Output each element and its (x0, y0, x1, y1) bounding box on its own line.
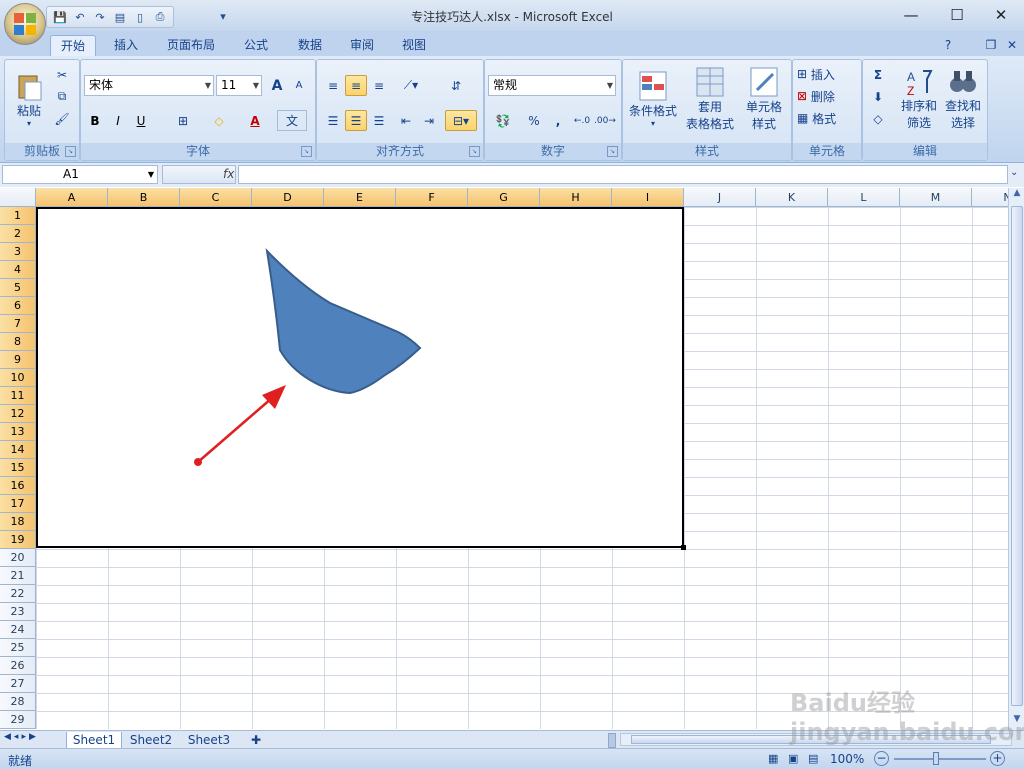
arrow-tail (194, 458, 202, 466)
vertical-scrollbar[interactable]: ▲ ▼ (1008, 188, 1024, 730)
insert-sheet-icon[interactable]: ✚ (246, 732, 266, 748)
zoom-level[interactable]: 100% (830, 752, 864, 766)
page-break-view-icon[interactable]: ▤ (808, 752, 818, 765)
red-arrow (194, 385, 286, 466)
watermark: Baidu经验 jingyan.baidu.com (790, 689, 1024, 746)
scroll-thumb[interactable] (1011, 206, 1023, 706)
arrow-head (262, 385, 286, 409)
sheet-tab-2[interactable]: Sheet2 (124, 732, 178, 748)
shapes-layer (194, 248, 422, 466)
freeform-shape[interactable] (265, 248, 422, 395)
sheet-nav-icon[interactable]: ◀◂▸▶ (4, 732, 39, 742)
zoom-out-button[interactable]: − (874, 751, 889, 766)
zoom-slider[interactable] (894, 758, 986, 760)
arrow-line (197, 397, 273, 463)
office-button[interactable] (4, 3, 46, 45)
sheet-tab-1[interactable]: Sheet1 (66, 732, 122, 749)
status-bar: 就绪 ▦ ▣ ▤ 100% − + (0, 748, 1024, 769)
tab-split-handle[interactable] (608, 733, 616, 748)
office-logo-icon (14, 13, 36, 35)
scroll-up-icon[interactable]: ▲ (1009, 188, 1024, 204)
sheet-tab-3[interactable]: Sheet3 (182, 732, 236, 748)
zoom-in-button[interactable]: + (990, 751, 1005, 766)
zoom-slider-thumb[interactable] (933, 752, 939, 765)
normal-view-icon[interactable]: ▦ (768, 752, 778, 765)
page-layout-view-icon[interactable]: ▣ (788, 752, 798, 765)
status-ready: 就绪 (8, 754, 33, 768)
